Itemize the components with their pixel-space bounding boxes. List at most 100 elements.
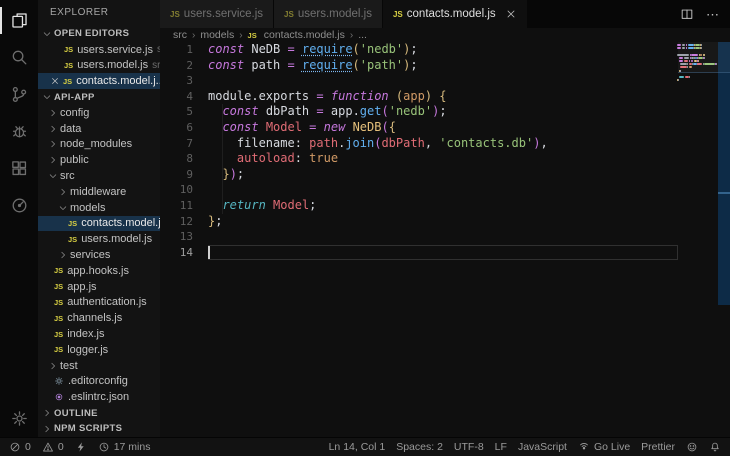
token: join: [345, 136, 374, 150]
code-content[interactable]: const NeDB = require('nedb');const path …: [208, 42, 678, 260]
status-0[interactable]: 0: [9, 441, 31, 453]
breadcrumb-src[interactable]: src: [173, 29, 187, 41]
line-number-10[interactable]: 10: [160, 182, 206, 198]
tree-item-test[interactable]: test: [38, 358, 160, 374]
line-number-13[interactable]: 13: [160, 229, 206, 245]
breadcrumb-contacts-model-js[interactable]: JScontacts.model.js: [248, 29, 345, 41]
tree-item-index-js[interactable]: JSindex.js: [38, 326, 160, 342]
tree-item-channels-js[interactable]: JSchannels.js: [38, 310, 160, 326]
status-17-mins[interactable]: 17 mins: [98, 441, 151, 453]
code-line-1[interactable]: const NeDB = require('nedb');: [208, 42, 678, 58]
status-prettier[interactable]: Prettier: [641, 441, 675, 453]
line-number-1[interactable]: 1: [160, 42, 206, 58]
code-line-5[interactable]: const dbPath = app.get('nedb');: [208, 104, 678, 120]
tree-item-editorconfig[interactable]: .editorconfig: [38, 374, 160, 390]
breadcrumb-[interactable]: ...: [358, 29, 367, 41]
tree-item-contacts-model-js[interactable]: JScontacts.model.js: [38, 216, 160, 232]
tree-item-authentication-js[interactable]: JSauthentication.js: [38, 295, 160, 311]
tab-contacts-model-js[interactable]: JScontacts.model.js: [383, 0, 527, 28]
code-line-6[interactable]: const Model = new NeDB({: [208, 120, 678, 136]
open-editor-users-service-js[interactable]: JSusers.service.jss...: [38, 42, 160, 58]
code-line-7[interactable]: filename: path.join(dbPath, 'contacts.db…: [208, 136, 678, 152]
tree-item-users-model-js[interactable]: JSusers.model.js: [38, 231, 160, 247]
line-number-6[interactable]: 6: [160, 120, 206, 136]
status-lf[interactable]: LF: [495, 441, 507, 453]
more-actions-icon[interactable]: ⋯: [706, 8, 720, 21]
editor-scrollbar[interactable]: [718, 42, 730, 305]
section-outline[interactable]: OUTLINE: [38, 405, 160, 421]
close-icon[interactable]: [50, 76, 60, 86]
tree-item-public[interactable]: public: [38, 152, 160, 168]
status-javascript[interactable]: JavaScript: [518, 441, 567, 453]
status-smiley[interactable]: [686, 441, 698, 453]
status-ln-14-col-1[interactable]: Ln 14, Col 1: [329, 441, 386, 453]
section-api-app[interactable]: API-APP: [38, 89, 160, 105]
tree-item-src[interactable]: src: [38, 168, 160, 184]
tab-users-model-js[interactable]: JSusers.model.js: [274, 0, 382, 28]
code-line-10[interactable]: [208, 182, 678, 198]
code-line-3[interactable]: [208, 73, 678, 89]
open-editor-contacts-model-j[interactable]: JScontacts.model.j...: [38, 73, 160, 89]
code-line-11[interactable]: return Model;: [208, 198, 678, 214]
code-line-9[interactable]: });: [208, 167, 678, 183]
minimap-slider[interactable]: [678, 42, 730, 73]
tree-item-models[interactable]: models: [38, 200, 160, 216]
activity-test-gauge-icon[interactable]: [0, 187, 38, 224]
tree-item-services[interactable]: services: [38, 247, 160, 263]
tree-item-data[interactable]: data: [38, 121, 160, 137]
status-bell[interactable]: [709, 441, 721, 453]
activity-extensions-icon[interactable]: [0, 150, 38, 187]
activity-source-control-icon[interactable]: [0, 76, 38, 113]
line-number-8[interactable]: 8: [160, 151, 206, 167]
section-npm-scripts[interactable]: NPM SCRIPTS: [38, 421, 160, 437]
status-label: Go Live: [594, 441, 630, 453]
section-open-editors[interactable]: OPEN EDITORS: [38, 26, 160, 42]
open-editor-users-model-js[interactable]: JSusers.model.jssr...: [38, 58, 160, 74]
line-number-12[interactable]: 12: [160, 214, 206, 230]
activity-search-icon[interactable]: [0, 39, 38, 76]
breadcrumb-label: contacts.model.js: [264, 29, 345, 41]
tree-item-eslintrc-json[interactable]: .eslintrc.json: [38, 389, 160, 405]
tree-item-config[interactable]: config: [38, 105, 160, 121]
code-line-14[interactable]: [208, 245, 678, 261]
tree-item-logger-js[interactable]: JSlogger.js: [38, 342, 160, 358]
tab-users-service-js[interactable]: JSusers.service.js: [160, 0, 273, 28]
breadcrumb-separator: ›: [192, 30, 195, 41]
tree-item-middleware[interactable]: middleware: [38, 184, 160, 200]
item-label: models: [70, 202, 105, 214]
activity-explorer-icon[interactable]: [0, 2, 38, 39]
tree-item-app-hooks-js[interactable]: JSapp.hooks.js: [38, 263, 160, 279]
line-number-gutter[interactable]: 1234567891011121314: [160, 42, 206, 260]
code-line-2[interactable]: const path = require('path');: [208, 58, 678, 74]
editor-group: JSusers.service.jsJSusers.model.jsJScont…: [160, 0, 730, 437]
status-spaces-2[interactable]: Spaces: 2: [396, 441, 443, 453]
line-number-3[interactable]: 3: [160, 73, 206, 89]
line-number-5[interactable]: 5: [160, 104, 206, 120]
code-line-4[interactable]: module.exports = function (app) {: [208, 89, 678, 105]
line-number-11[interactable]: 11: [160, 198, 206, 214]
editor[interactable]: 1234567891011121314 const NeDB = require…: [160, 42, 730, 437]
line-number-4[interactable]: 4: [160, 89, 206, 105]
status-utf-8[interactable]: UTF-8: [454, 441, 484, 453]
code-line-8[interactable]: autoload: true: [208, 151, 678, 167]
status-0[interactable]: 0: [42, 441, 64, 453]
tree-item-node-modules[interactable]: node_modules: [38, 137, 160, 153]
indent-guide: [222, 182, 223, 198]
token: autoload: [237, 151, 295, 165]
line-number-2[interactable]: 2: [160, 58, 206, 74]
code-line-13[interactable]: [208, 229, 678, 245]
code-line-12[interactable]: };: [208, 214, 678, 230]
line-number-14[interactable]: 14: [160, 245, 206, 261]
activity-debug-icon[interactable]: [0, 113, 38, 150]
status-lightning[interactable]: [75, 441, 87, 453]
activity-settings-icon[interactable]: [0, 400, 38, 437]
tree-item-app-js[interactable]: JSapp.js: [38, 279, 160, 295]
split-editor-icon[interactable]: [680, 7, 694, 21]
line-number-7[interactable]: 7: [160, 136, 206, 152]
status-go-live[interactable]: Go Live: [578, 441, 630, 453]
tab-bar: JSusers.service.jsJSusers.model.jsJScont…: [160, 0, 730, 28]
token: [208, 198, 222, 212]
breadcrumb-models[interactable]: models: [200, 29, 234, 41]
line-number-9[interactable]: 9: [160, 167, 206, 183]
close-icon[interactable]: [505, 8, 517, 20]
